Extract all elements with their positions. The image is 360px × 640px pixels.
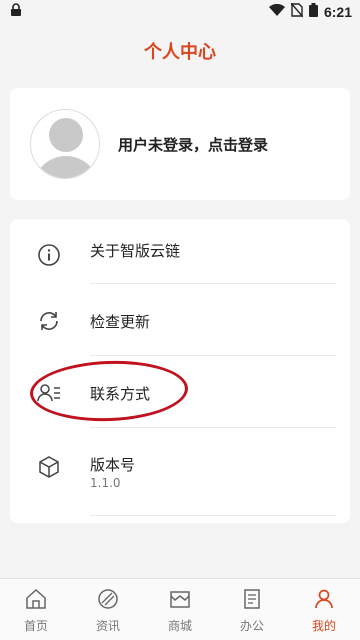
person-icon xyxy=(312,587,336,615)
cube-icon xyxy=(36,454,62,480)
tab-label: 资讯 xyxy=(95,619,120,633)
page-title: 个人中心 xyxy=(144,42,216,63)
menu-item-version[interactable]: 版本号 1.1.0 xyxy=(10,431,350,503)
tab-label: 首页 xyxy=(23,619,48,633)
battery-icon xyxy=(308,3,318,21)
office-icon xyxy=(240,587,264,615)
tab-label: 商城 xyxy=(167,619,192,633)
home-icon xyxy=(24,587,48,615)
tab-label: 我的 xyxy=(311,619,336,633)
divider xyxy=(90,355,336,356)
divider xyxy=(90,515,336,516)
divider xyxy=(90,283,336,284)
tab-store[interactable]: 商城 xyxy=(144,579,216,640)
tab-bar: 首页 资讯 商城 办公 我的 xyxy=(0,578,360,640)
divider xyxy=(90,427,336,428)
profile-card[interactable]: 用户未登录，点击登录 xyxy=(10,88,350,200)
wifi-icon xyxy=(268,3,285,20)
status-time: 6:21 xyxy=(323,4,352,20)
menu-item-label: 版本号 xyxy=(90,456,136,474)
no-sim-icon xyxy=(290,2,304,21)
info-icon xyxy=(36,242,62,268)
news-icon xyxy=(96,587,120,615)
tab-home[interactable]: 首页 xyxy=(0,579,72,640)
lock-icon xyxy=(10,3,22,21)
menu-item-label: 检查更新 xyxy=(90,313,151,331)
menu-item-check-update[interactable]: 检查更新 xyxy=(10,285,350,357)
tab-news[interactable]: 资讯 xyxy=(72,579,144,640)
tab-office[interactable]: 办公 xyxy=(216,579,288,640)
avatar[interactable] xyxy=(30,109,100,179)
store-icon xyxy=(168,587,192,615)
menu-item-about[interactable]: 关于智版云链 xyxy=(10,219,350,291)
version-number: 1.1.0 xyxy=(90,476,121,490)
refresh-icon xyxy=(36,308,62,334)
menu-item-label: 关于智版云链 xyxy=(90,242,181,260)
status-bar: 6:21 xyxy=(0,0,360,24)
tab-label: 办公 xyxy=(239,619,264,633)
tab-mine[interactable]: 我的 xyxy=(288,579,360,640)
login-prompt[interactable]: 用户未登录，点击登录 xyxy=(118,134,268,155)
